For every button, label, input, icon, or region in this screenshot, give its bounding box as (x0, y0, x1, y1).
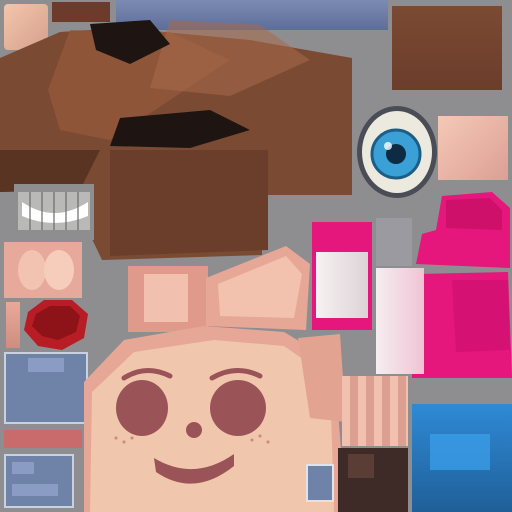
small-blue-box (306, 464, 334, 502)
dark-brown-block (338, 448, 408, 512)
skin-strip-small (6, 302, 20, 348)
skin-patch-right (438, 116, 508, 180)
magenta-cap-block (312, 222, 372, 330)
denim-block-left (4, 352, 88, 424)
denim-block-bottom-left (4, 454, 74, 508)
texture-atlas (0, 0, 512, 512)
lips-icon (24, 300, 88, 350)
white-pink-block (376, 268, 424, 374)
skin-lobe-middle-right (206, 246, 310, 330)
teeth-icon (14, 184, 94, 240)
ear-icon (4, 242, 82, 298)
clothing-icon (412, 192, 512, 378)
bright-blue-block (412, 404, 512, 512)
pink-strip-left (4, 430, 82, 448)
gray-block (376, 218, 412, 266)
eye-icon (357, 106, 437, 198)
skin-block-hand (342, 376, 408, 446)
